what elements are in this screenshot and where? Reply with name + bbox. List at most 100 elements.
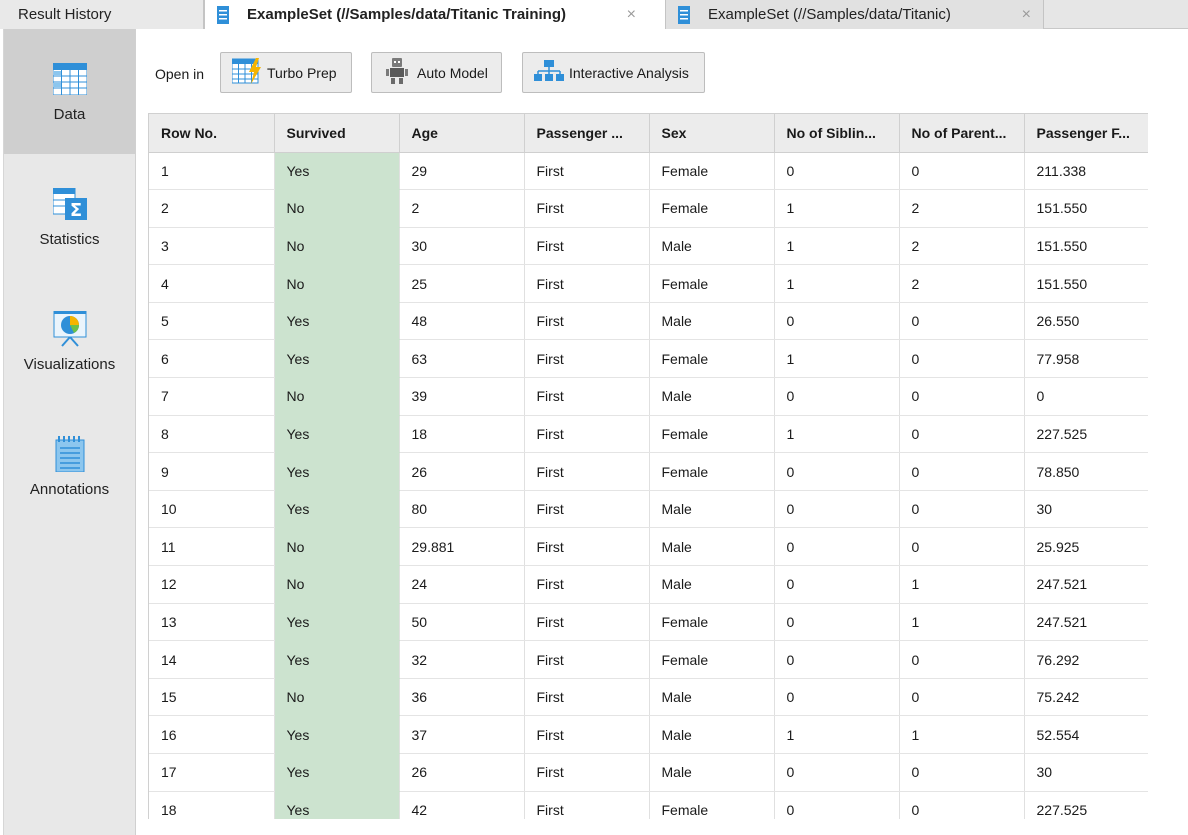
table-cell: 0 [774,490,900,529]
turbo-prep-icon [231,58,262,87]
table-cell: No [274,565,400,604]
table-cell: First [524,302,650,341]
table-cell: No [274,377,400,416]
table-row[interactable]: 13 Yes 50 First Female 0 1 247.521 [149,603,1148,642]
table-row[interactable]: 10 Yes 80 First Male 0 0 30 [149,490,1148,529]
table-header-row: Row No. Survived Age Passenger ... Sex N… [149,114,1148,153]
table-cell: 1 [774,264,900,303]
turbo-prep-button[interactable]: Turbo Prep [220,52,352,93]
table-cell: Yes [274,339,400,379]
table-row[interactable]: 16 Yes 37 First Male 1 1 52.554 [149,715,1148,754]
table-cell: No [274,227,400,266]
table-cell: 0 [899,791,1025,819]
table-cell: First [524,264,650,303]
table-row[interactable]: 18 Yes 42 First Female 0 0 227.525 [149,791,1148,819]
table-cell: No [274,189,400,228]
table-cell: 0 [899,339,1025,379]
column-header[interactable]: No of Siblin... [774,114,900,153]
table-cell: 247.521 [1024,603,1148,642]
sidebar-item-label: Statistics [39,231,100,248]
table-row[interactable]: 5 Yes 48 First Male 0 0 26.550 [149,302,1148,341]
sidebar-item-visualizations[interactable]: Visualizations [4,279,135,404]
column-header[interactable]: Passenger ... [524,114,650,153]
pie-chart-easel-icon [52,311,88,347]
sidebar-item-statistics[interactable]: Σ Statistics [4,154,135,279]
table-cell: Female [649,791,775,819]
table-cell: First [524,565,650,604]
table-cell: 0 [774,527,900,567]
table-cell: 211.338 [1024,152,1148,191]
table-cell: Female [649,415,775,454]
tab-exampleset-titanic-training[interactable]: ExampleSet (//Samples/data/Titanic Train… [204,0,666,29]
tab-result-history[interactable]: Result History [0,0,204,29]
table-cell: 39 [399,377,525,416]
table-cell: Male [649,227,775,266]
table-cell: Yes [274,152,400,191]
table-row[interactable]: 7 No 39 First Male 0 0 0 [149,377,1148,416]
table-cell: 2 [149,189,275,228]
table-cell: 25.925 [1024,527,1148,567]
table-cell: 26 [399,753,525,792]
table-cell: First [524,377,650,416]
table-cell: 0 [1024,377,1148,416]
table-row[interactable]: 14 Yes 32 First Female 0 0 76.292 [149,640,1148,679]
svg-text:Σ: Σ [69,200,81,220]
tab-exampleset-titanic[interactable]: ExampleSet (//Samples/data/Titanic) × [666,0,1044,29]
table-cell: Yes [274,603,400,642]
table-cell: 151.550 [1024,264,1148,303]
column-header[interactable]: Survived [274,114,400,153]
table-row[interactable]: 11 No 29.881 First Male 0 0 25.925 [149,527,1148,567]
table-row[interactable]: 4 No 25 First Female 1 2 151.550 [149,264,1148,303]
table-row[interactable]: 17 Yes 26 First Male 0 0 30 [149,753,1148,792]
table-cell: 1 [149,152,275,191]
table-row[interactable]: 12 No 24 First Male 0 1 247.521 [149,565,1148,604]
table-cell: 30 [399,227,525,266]
table-cell: 29.881 [399,527,525,567]
table-cell: 17 [149,753,275,792]
table-row[interactable]: 3 No 30 First Male 1 2 151.550 [149,227,1148,266]
table-cell: Female [649,452,775,491]
table-row[interactable]: 6 Yes 63 First Female 1 0 77.958 [149,339,1148,379]
view-sidebar: Data Σ Statistics Visualizations Annotat… [3,29,136,835]
table-row[interactable]: 2 No 2 First Female 1 2 151.550 [149,189,1148,228]
notepad-icon [52,436,88,472]
close-icon[interactable]: × [627,6,636,24]
table-row[interactable]: 8 Yes 18 First Female 1 0 227.525 [149,415,1148,454]
table-cell: 26.550 [1024,302,1148,341]
table-row[interactable]: 15 No 36 First Male 0 0 75.242 [149,678,1148,717]
sidebar-item-data[interactable]: Data [4,29,135,154]
interactive-analysis-button[interactable]: Interactive Analysis [522,52,705,93]
table-cell: 0 [774,152,900,191]
table-cell: Female [649,152,775,191]
table-cell: Yes [274,490,400,529]
column-header[interactable]: Age [399,114,525,153]
column-header[interactable]: Passenger F... [1024,114,1148,153]
table-cell: 78.850 [1024,452,1148,491]
table-cell: 15 [149,678,275,717]
table-cell: 16 [149,715,275,754]
data-table[interactable]: Row No. Survived Age Passenger ... Sex N… [148,113,1148,819]
table-cell: Female [649,264,775,303]
table-cell: First [524,189,650,228]
sidebar-item-annotations[interactable]: Annotations [4,404,135,529]
column-header[interactable]: Row No. [149,114,275,153]
hierarchy-icon [534,60,564,85]
table-cell: 1 [774,189,900,228]
table-cell: 0 [899,415,1025,454]
column-header[interactable]: Sex [649,114,775,153]
auto-model-button[interactable]: Auto Model [371,52,502,93]
close-icon[interactable]: × [1022,6,1031,24]
column-header[interactable]: No of Parent... [899,114,1025,153]
table-row[interactable]: 1 Yes 29 First Female 0 0 211.338 [149,152,1148,191]
table-cell: 0 [774,452,900,491]
table-cell: 76.292 [1024,640,1148,679]
table-cell: 10 [149,490,275,529]
data-table-icon [52,61,88,97]
table-cell: Male [649,753,775,792]
table-cell: Yes [274,791,400,819]
table-cell: First [524,415,650,454]
table-cell: 0 [899,490,1025,529]
table-row[interactable]: 9 Yes 26 First Female 0 0 78.850 [149,452,1148,491]
statistics-sigma-icon: Σ [52,186,88,222]
table-cell: Female [649,189,775,228]
